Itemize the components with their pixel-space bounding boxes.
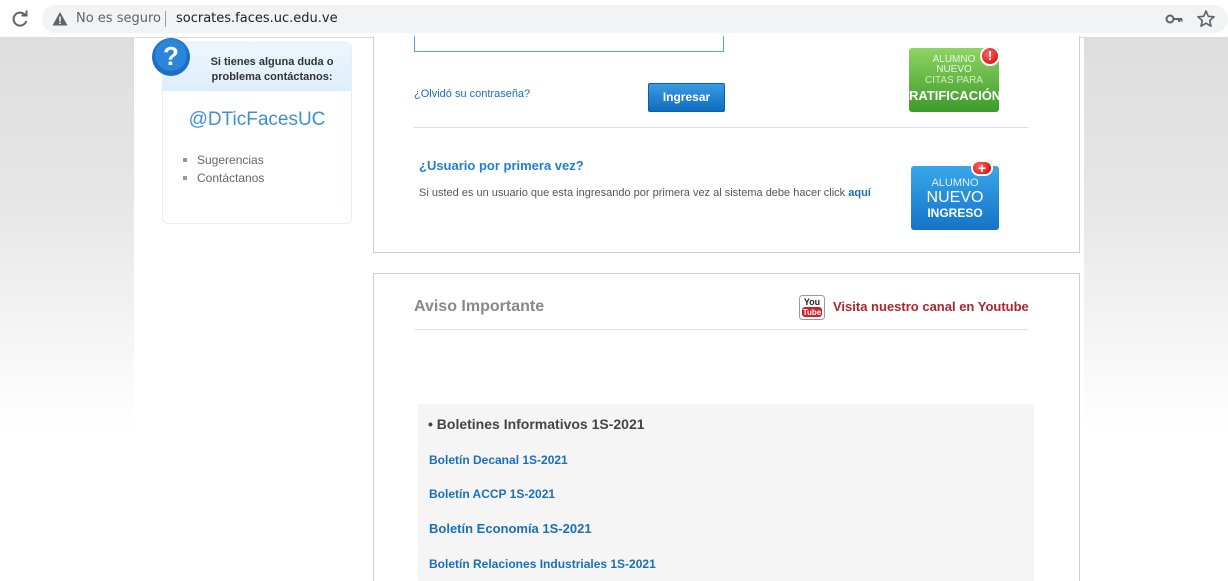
star-icon[interactable] — [1196, 9, 1216, 29]
plus-icon: + — [971, 160, 993, 176]
question-icon: ? — [152, 38, 190, 76]
key-icon[interactable] — [1165, 11, 1183, 27]
first-time-link[interactable]: aquí — [848, 187, 871, 199]
youtube-icon-text: You — [804, 297, 820, 307]
address-bar[interactable]: No es seguro socrates.faces.uc.edu.ve — [42, 5, 1228, 33]
login-card: ¿Olvidó su contraseña? Ingresar ¿Usuario… — [373, 36, 1080, 253]
badge-line: INGRESO — [927, 206, 983, 220]
aviso-title: Aviso Importante — [414, 298, 545, 315]
bulletins-heading: • Boletines Informativos 1S-2021 — [428, 416, 645, 432]
security-label[interactable]: No es seguro — [76, 11, 161, 26]
login-button[interactable]: Ingresar — [648, 83, 725, 112]
url-text[interactable]: socrates.faces.uc.edu.ve — [176, 11, 338, 26]
password-input[interactable] — [414, 36, 724, 52]
svg-text:?: ? — [163, 41, 179, 71]
help-box: ? Si tienes alguna duda o problema contá… — [152, 38, 352, 224]
first-time-text: Si usted es un usuario que esta ingresan… — [419, 187, 849, 199]
ratificacion-badge[interactable]: ALUMNO NUEVO CITAS PARA RATIFICACIÓN ! — [909, 46, 1002, 112]
alert-icon: ! — [980, 46, 1000, 66]
twitter-handle[interactable]: @DTicFacesUC — [163, 109, 351, 131]
help-link-sugerencias[interactable]: Sugerencias — [183, 151, 264, 169]
youtube-icon[interactable]: You Tube — [799, 295, 825, 320]
first-time-description: Si usted es un usuario que esta ingresan… — [419, 187, 871, 199]
page-content: ? Si tienes alguna duda o problema contá… — [134, 36, 1084, 581]
badge-line: CITAS PARA — [925, 75, 983, 86]
help-link-contactanos[interactable]: Contáctanos — [183, 169, 264, 187]
youtube-icon-text: Tube — [803, 308, 822, 317]
bulletin-link-decanal[interactable]: Boletín Decanal 1S-2021 — [429, 453, 568, 467]
bulletin-link-accp[interactable]: Boletín ACCP 1S-2021 — [429, 487, 555, 501]
bulletins-box: • Boletines Informativos 1S-2021 Boletín… — [418, 404, 1034, 581]
badge-line: ALUMNO — [931, 177, 979, 189]
help-links: Sugerencias Contáctanos — [183, 151, 264, 187]
divider — [414, 329, 1028, 330]
badge-line: NUEVO — [926, 189, 984, 206]
divider — [414, 127, 1028, 128]
help-text: Si tienes alguna duda o problema contáct… — [210, 56, 334, 83]
aviso-card: Aviso Importante You Tube Visita nuestro… — [373, 273, 1080, 581]
reload-icon[interactable] — [10, 9, 30, 29]
badge-line: NUEVO — [936, 64, 972, 75]
first-time-title: ¿Usuario por primera vez? — [419, 158, 584, 173]
help-header: ? Si tienes alguna duda o problema contá… — [152, 38, 351, 91]
forgot-password-link[interactable]: ¿Olvidó su contraseña? — [414, 88, 530, 100]
warning-icon[interactable] — [52, 11, 68, 27]
nuevo-ingreso-badge[interactable]: ALUMNO NUEVO INGRESO + — [911, 160, 999, 230]
browser-toolbar: No es seguro socrates.faces.uc.edu.ve — [0, 0, 1228, 38]
bulletin-link-relaciones[interactable]: Boletín Relaciones Industriales 1S-2021 — [429, 557, 656, 571]
badge-line: RATIFICACIÓN — [909, 88, 1002, 103]
youtube-link[interactable]: Visita nuestro canal en Youtube — [833, 299, 1029, 314]
bulletin-link-economia[interactable]: Boletín Economía 1S-2021 — [429, 521, 592, 536]
divider — [165, 11, 166, 27]
